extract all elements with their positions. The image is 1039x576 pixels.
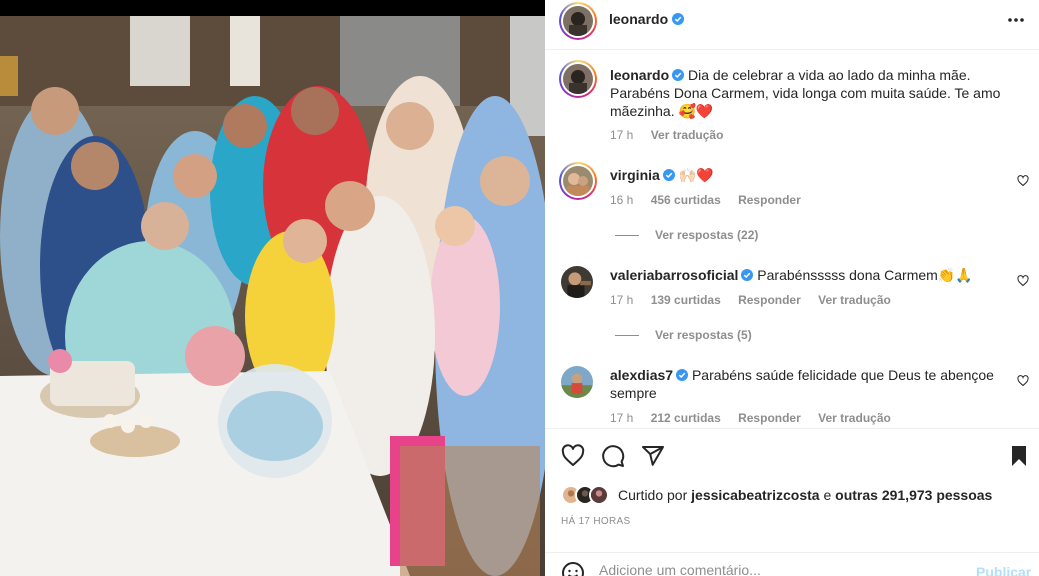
author-avatar[interactable] xyxy=(559,2,597,40)
view-replies-link[interactable]: Ver respostas (22) xyxy=(615,228,758,242)
caption-line: Dia de celebrar a vida ao lado da minha … xyxy=(688,67,971,83)
liked-by-prefix: Curtido por xyxy=(618,487,692,503)
publish-button[interactable]: Publicar xyxy=(976,564,1031,576)
comment-body: Parabénsssss dona Carmem👏🙏 xyxy=(757,267,973,283)
verified-badge-icon xyxy=(676,369,689,381)
add-comment-bar: Publicar xyxy=(545,552,1039,576)
comment-meta: 17 h 212 curtidas Responder Ver tradução xyxy=(610,411,905,425)
liked-by-others-link[interactable]: outras 291,973 pessoas xyxy=(835,487,992,503)
comment-likes[interactable]: 456 curtidas xyxy=(651,193,721,207)
caption-meta: 17 h Ver tradução xyxy=(610,128,737,142)
like-comment-heart-icon[interactable] xyxy=(1017,175,1029,187)
post-timestamp[interactable]: HÁ 17 HORAS xyxy=(561,516,630,527)
like-heart-icon[interactable] xyxy=(561,444,585,468)
comment-meta: 16 h 456 curtidas Responder xyxy=(610,193,815,207)
like-comment-heart-icon[interactable] xyxy=(1017,275,1029,287)
post-panel: leonardo leonardo Dia de celebrar a vida… xyxy=(545,0,1039,576)
comment-avatar-image xyxy=(563,166,593,196)
view-replies-label: Ver respostas (5) xyxy=(655,328,752,342)
comment-time[interactable]: 16 h xyxy=(610,193,633,207)
emoji-smiley-icon[interactable] xyxy=(561,561,585,576)
comment-username[interactable]: virginia xyxy=(610,167,660,183)
comment-bubble-icon[interactable] xyxy=(601,444,625,468)
comment-username[interactable]: valeriabarrosoficial xyxy=(610,267,738,283)
post-action-bar xyxy=(545,428,1039,484)
liker-avatars[interactable] xyxy=(561,484,617,506)
caption-line: Parabéns Dona Carmem, vida longa com mui… xyxy=(610,85,1001,101)
verified-badge-icon xyxy=(672,13,684,25)
caption-line: mãezinha. 🥰❤️ xyxy=(610,103,714,119)
liked-by-text: Curtido por jessicabeatrizcosta e outras… xyxy=(618,487,992,503)
comment-time[interactable]: 17 h xyxy=(610,293,633,307)
liker-avatar-image xyxy=(591,487,607,503)
caption-avatar[interactable] xyxy=(559,60,597,98)
comment-meta: 17 h 139 curtidas Responder Ver tradução xyxy=(610,293,905,307)
comment-likes[interactable]: 139 curtidas xyxy=(651,293,721,307)
post-media[interactable] xyxy=(0,0,545,576)
add-comment-input[interactable] xyxy=(599,562,959,576)
comment-translate-link[interactable]: Ver tradução xyxy=(818,411,891,425)
author-avatar-image xyxy=(563,6,593,36)
comment-body: sempre xyxy=(610,385,657,401)
caption-text: leonardo Dia de celebrar a vida ao lado … xyxy=(610,66,1030,120)
comment-text: virginia 🙌🏻❤️ xyxy=(610,166,1010,184)
post-header: leonardo xyxy=(545,0,1039,50)
verified-badge-icon xyxy=(662,169,675,181)
comment-likes[interactable]: 212 curtidas xyxy=(651,411,721,425)
view-replies-label: Ver respostas (22) xyxy=(655,228,759,242)
comment-username[interactable]: alexdias7 xyxy=(610,367,673,383)
caption-avatar-image xyxy=(563,64,593,94)
replies-divider-line xyxy=(615,235,639,237)
like-comment-heart-icon[interactable] xyxy=(1017,375,1029,387)
comment-translate-link[interactable]: Ver tradução xyxy=(818,293,891,307)
save-bookmark-icon[interactable] xyxy=(1007,444,1031,468)
comment-avatar[interactable] xyxy=(561,366,593,398)
verified-badge-icon xyxy=(741,269,754,281)
share-paper-plane-icon[interactable] xyxy=(641,444,665,468)
verified-badge-icon xyxy=(672,69,685,81)
comment-reply-link[interactable]: Responder xyxy=(738,193,801,207)
comment-body: Parabéns saúde felicidade que Deus te ab… xyxy=(691,367,994,383)
comment-text: valeriabarrosoficial Parabénsssss dona C… xyxy=(610,266,1010,284)
caption-username[interactable]: leonardo xyxy=(610,67,669,83)
author-username[interactable]: leonardo xyxy=(609,11,668,27)
post-photo xyxy=(0,16,545,576)
liked-by-user-link[interactable]: jessicabeatrizcosta xyxy=(691,487,819,503)
comment-body: 🙌🏻❤️ xyxy=(678,167,714,183)
comment-reply-link[interactable]: Responder xyxy=(738,411,801,425)
view-replies-link[interactable]: Ver respostas (5) xyxy=(615,328,752,342)
comment-avatar[interactable] xyxy=(561,266,593,298)
liked-by-conjunction: e xyxy=(819,487,836,503)
comment-avatar-image xyxy=(561,266,593,298)
likes-summary: Curtido por jessicabeatrizcosta e outras… xyxy=(561,484,1031,506)
comment-time[interactable]: 17 h xyxy=(610,411,633,425)
more-horizontal-icon[interactable] xyxy=(1006,10,1026,30)
comment-text: alexdias7 Parabéns saúde felicidade que … xyxy=(610,366,1010,402)
comment-avatar-image xyxy=(561,366,593,398)
caption-time[interactable]: 17 h xyxy=(610,128,633,142)
replies-divider-line xyxy=(615,335,639,337)
caption-translate-link[interactable]: Ver tradução xyxy=(651,128,724,142)
comment-avatar[interactable] xyxy=(559,162,597,200)
comment-reply-link[interactable]: Responder xyxy=(738,293,801,307)
